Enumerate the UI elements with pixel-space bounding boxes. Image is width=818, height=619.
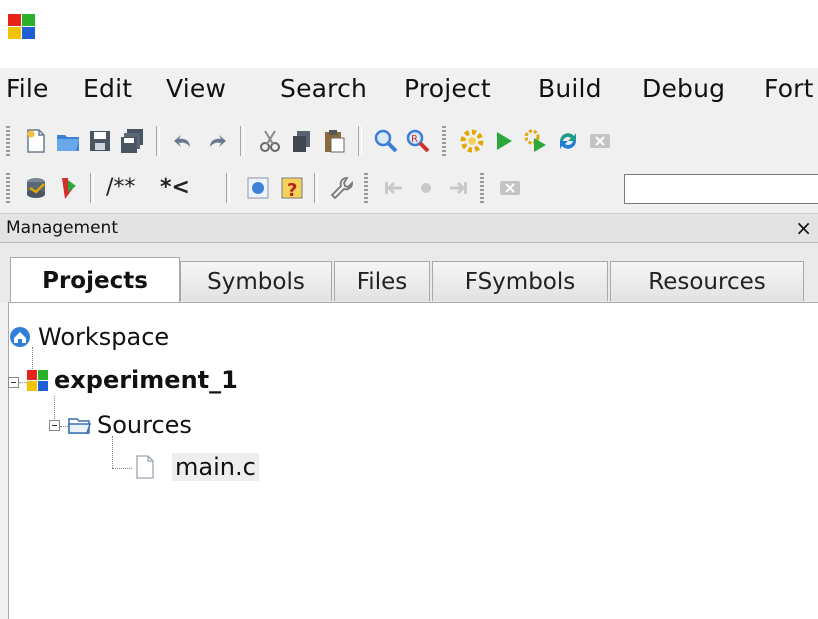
close-icon[interactable]: × xyxy=(795,216,812,240)
management-tabs: Projects Symbols Files FSymbols Resource… xyxy=(0,243,818,303)
build-and-run-icon[interactable] xyxy=(520,125,552,157)
save-all-icon[interactable] xyxy=(116,125,148,157)
file-icon xyxy=(135,455,155,479)
tree-connector xyxy=(112,468,132,470)
database-icon[interactable] xyxy=(20,172,52,204)
redo-icon[interactable] xyxy=(200,125,232,157)
menu-search[interactable]: Search xyxy=(280,74,367,103)
toolbar-separator xyxy=(314,173,318,203)
panel-title: Management xyxy=(6,218,118,238)
open-folder-icon[interactable] xyxy=(52,125,84,157)
wrench-icon[interactable] xyxy=(326,172,358,204)
menu-project[interactable]: Project xyxy=(404,74,491,103)
toolbar-grip[interactable] xyxy=(6,126,10,156)
tree-workspace[interactable]: Workspace xyxy=(38,323,169,351)
new-file-icon[interactable] xyxy=(20,125,52,157)
title-bar xyxy=(0,0,818,68)
management-panel-header: Management × xyxy=(0,213,818,243)
doxygen-line-comment[interactable]: *< xyxy=(160,175,190,200)
copy-icon[interactable] xyxy=(286,125,318,157)
expand-toggle[interactable] xyxy=(8,377,19,388)
step-forward-icon[interactable] xyxy=(442,172,474,204)
toolbar-separator xyxy=(226,173,230,203)
project-icon xyxy=(27,370,49,392)
toolbar-separator xyxy=(156,126,160,156)
breakpoint-icon[interactable] xyxy=(410,172,442,204)
window-icon[interactable] xyxy=(242,172,274,204)
main-toolbar: R xyxy=(0,116,818,166)
tree-connector xyxy=(54,396,56,421)
find-icon[interactable] xyxy=(370,125,402,157)
abort-icon[interactable] xyxy=(584,125,616,157)
toolbar-separator xyxy=(90,173,94,203)
toolbar-search-field[interactable] xyxy=(624,174,818,204)
tree-connector xyxy=(112,436,114,468)
find-replace-icon[interactable]: R xyxy=(402,125,434,157)
paste-icon[interactable] xyxy=(318,125,350,157)
folder-open-icon xyxy=(68,415,92,437)
tab-fsymbols[interactable]: FSymbols xyxy=(432,261,608,301)
undo-icon[interactable] xyxy=(168,125,200,157)
tree-connector xyxy=(19,382,27,384)
toolbar-grip[interactable] xyxy=(6,173,10,203)
save-icon[interactable] xyxy=(84,125,116,157)
run-icon[interactable] xyxy=(488,125,520,157)
toolbar-grip[interactable] xyxy=(442,126,446,156)
doxygen-block-comment[interactable]: /** xyxy=(106,175,135,200)
step-back-icon[interactable] xyxy=(378,172,410,204)
tree-connector xyxy=(32,347,34,371)
help-icon[interactable]: ? xyxy=(276,172,308,204)
menu-bar: File Edit View Search Project Build Debu… xyxy=(0,68,818,116)
secondary-toolbar: /** *< ? xyxy=(0,163,818,213)
jump-icon[interactable] xyxy=(52,172,84,204)
rebuild-icon[interactable] xyxy=(552,125,584,157)
svg-text:R: R xyxy=(411,134,418,145)
tree-file-main-c[interactable]: main.c xyxy=(172,453,259,481)
tab-projects[interactable]: Projects xyxy=(10,257,180,303)
menu-file[interactable]: File xyxy=(6,74,49,103)
tree-connector xyxy=(60,426,68,428)
build-gear-icon[interactable] xyxy=(456,125,488,157)
cut-icon[interactable] xyxy=(254,125,286,157)
toolbar-grip[interactable] xyxy=(480,173,484,203)
menu-edit[interactable]: Edit xyxy=(83,74,132,103)
tab-resources[interactable]: Resources xyxy=(610,261,804,301)
app-logo-icon xyxy=(8,14,36,40)
menu-build[interactable]: Build xyxy=(538,74,602,103)
toolbar-separator xyxy=(358,126,362,156)
project-tree: Workspace experiment_1 Sources main.c xyxy=(8,302,818,619)
menu-fortran[interactable]: Fort xyxy=(764,74,814,103)
toolbar-separator xyxy=(240,126,244,156)
clear-icon[interactable] xyxy=(494,172,526,204)
menu-view[interactable]: View xyxy=(166,74,226,103)
toolbar-grip[interactable] xyxy=(364,173,368,203)
tab-files[interactable]: Files xyxy=(334,261,430,301)
tree-project[interactable]: experiment_1 xyxy=(54,366,238,394)
expand-toggle[interactable] xyxy=(49,420,60,431)
tree-folder-sources[interactable]: Sources xyxy=(97,411,192,439)
tab-symbols[interactable]: Symbols xyxy=(180,261,332,301)
menu-debug[interactable]: Debug xyxy=(642,74,725,103)
workspace-icon xyxy=(9,326,31,348)
svg-text:?: ? xyxy=(287,180,297,201)
